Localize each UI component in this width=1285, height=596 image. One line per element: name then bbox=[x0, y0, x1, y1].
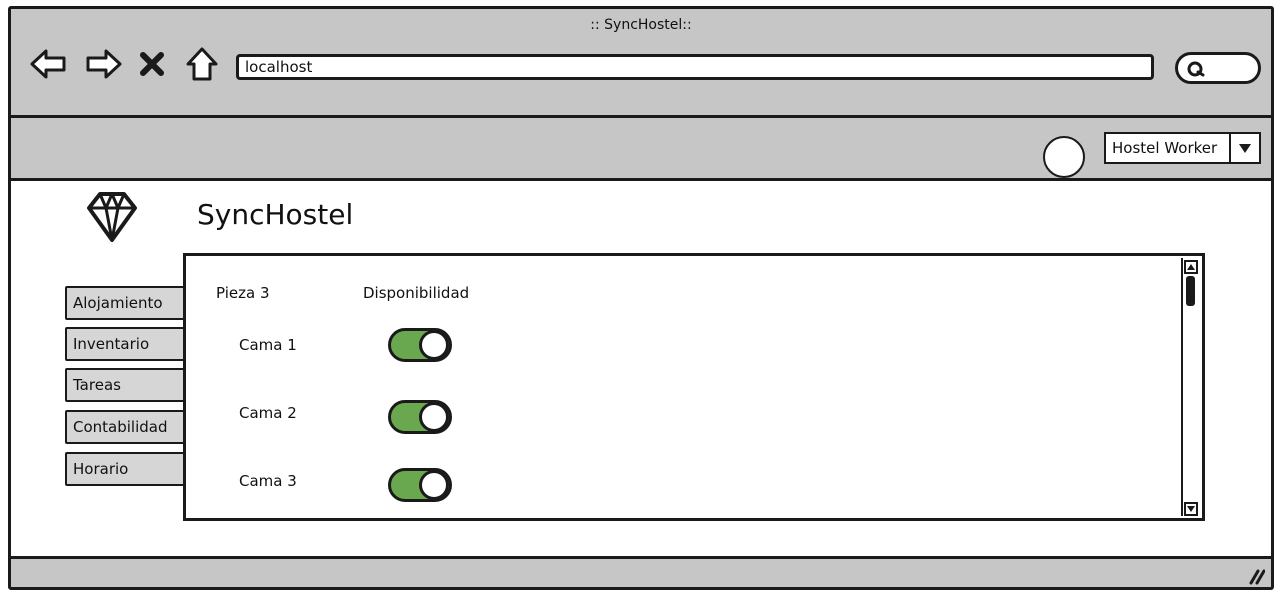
sidebar-item-tareas[interactable]: Tareas bbox=[65, 368, 191, 402]
toggle-knob bbox=[419, 470, 449, 500]
page-title: SyncHostel bbox=[197, 198, 354, 231]
sidebar-item-inventario[interactable]: Inventario bbox=[65, 327, 191, 361]
room-header: Pieza 3 bbox=[216, 284, 270, 302]
home-icon bbox=[186, 47, 218, 81]
address-bar[interactable]: localhost bbox=[236, 54, 1154, 80]
bed-2-availability-toggle[interactable] bbox=[388, 400, 452, 434]
vertical-scrollbar[interactable] bbox=[1181, 258, 1199, 516]
scroll-down-icon[interactable] bbox=[1184, 502, 1198, 516]
toggle-knob bbox=[419, 402, 449, 432]
browser-window: :: SyncHostel:: localhost Hostel Worker … bbox=[8, 6, 1274, 590]
close-icon bbox=[140, 52, 164, 76]
arrow-right-icon bbox=[86, 49, 122, 79]
chevron-down-icon bbox=[1229, 134, 1259, 162]
forward-button[interactable] bbox=[83, 43, 125, 85]
bed-3-availability-toggle[interactable] bbox=[388, 468, 452, 502]
avatar[interactable] bbox=[1043, 136, 1085, 178]
browser-titlebar: :: SyncHostel:: localhost bbox=[11, 9, 1271, 118]
sidebar-item-contabilidad[interactable]: Contabilidad bbox=[65, 410, 191, 444]
bed-label: Cama 3 bbox=[239, 472, 297, 490]
stop-button[interactable] bbox=[135, 43, 169, 85]
toggle-knob bbox=[419, 330, 449, 360]
arrow-left-icon bbox=[30, 49, 66, 79]
bed-1-availability-toggle[interactable] bbox=[388, 328, 452, 362]
scrollbar-thumb[interactable] bbox=[1186, 276, 1195, 306]
sidebar-item-alojamiento[interactable]: Alojamiento bbox=[65, 286, 191, 320]
home-button[interactable] bbox=[181, 43, 223, 85]
availability-panel: Pieza 3 Disponibilidad Cama 1 Cama 2 Cam… bbox=[183, 253, 1205, 521]
search-button[interactable] bbox=[1175, 52, 1261, 84]
window-title: :: SyncHostel:: bbox=[590, 17, 692, 33]
role-select[interactable]: Hostel Worker bbox=[1104, 132, 1261, 164]
diamond-icon bbox=[85, 190, 139, 248]
availability-header: Disponibilidad bbox=[363, 284, 470, 302]
role-select-value: Hostel Worker bbox=[1112, 139, 1218, 157]
search-icon bbox=[1187, 61, 1205, 77]
back-button[interactable] bbox=[27, 43, 69, 85]
scroll-up-icon[interactable] bbox=[1184, 260, 1198, 274]
bed-label: Cama 2 bbox=[239, 404, 297, 422]
sidebar-item-horario[interactable]: Horario bbox=[65, 452, 191, 486]
resize-grip-icon[interactable] bbox=[1245, 565, 1265, 585]
status-bar bbox=[11, 556, 1271, 587]
app-toolbar: Hostel Worker bbox=[11, 118, 1271, 181]
bed-label: Cama 1 bbox=[239, 336, 297, 354]
